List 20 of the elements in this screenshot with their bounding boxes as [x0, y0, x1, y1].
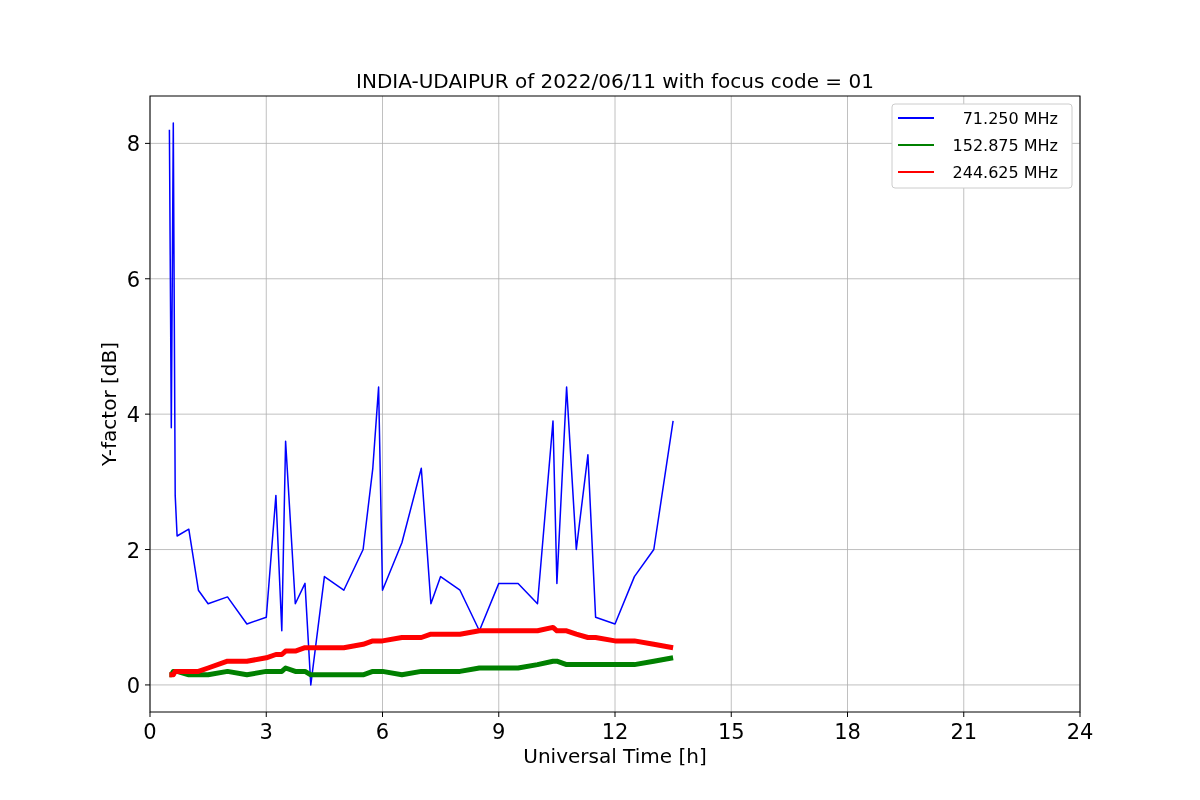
legend-label: 244.625 MHz — [952, 163, 1058, 182]
y-tick-label: 8 — [126, 132, 140, 157]
y-tick-label: 0 — [126, 673, 140, 698]
y-tick-label: 2 — [126, 538, 140, 563]
x-tick-label: 0 — [143, 720, 157, 744]
x-tick-label: 15 — [717, 720, 745, 744]
y-tick-label: 4 — [126, 403, 140, 428]
y-tick-label: 6 — [126, 267, 140, 292]
y-axis-label: Y-factor [dB] — [97, 342, 121, 466]
x-tick-label: 12 — [601, 720, 629, 744]
x-tick-label: 18 — [834, 720, 861, 744]
x-axis-label: Universal Time [h] — [523, 744, 707, 768]
legend-label: 71.250 MHz — [962, 109, 1058, 128]
x-tick-label: 9 — [492, 720, 506, 744]
x-tick-label: 21 — [950, 720, 978, 744]
chart-title: INDIA-UDAIPUR of 2022/06/11 with focus code = 01 — [356, 69, 874, 93]
x-tick-label: 3 — [259, 720, 273, 744]
x-tick-label: 24 — [1066, 720, 1094, 744]
x-tick-label: 6 — [375, 720, 390, 744]
legend-label: 152.875 MHz — [952, 136, 1058, 155]
